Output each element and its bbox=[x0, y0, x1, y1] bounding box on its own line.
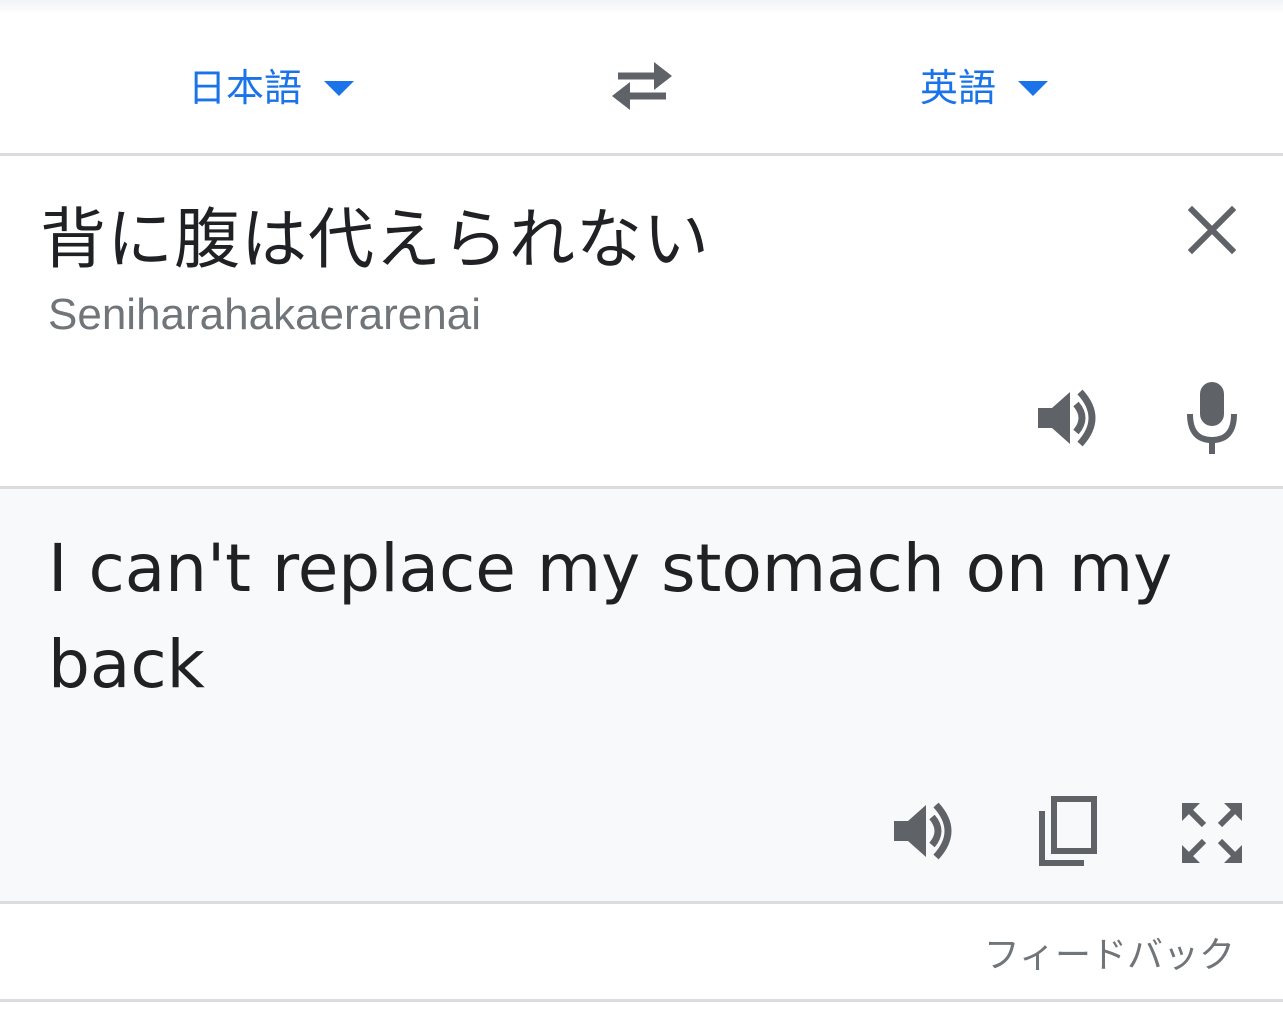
target-language-button[interactable]: 英語 bbox=[920, 54, 1049, 114]
translate-card: 日本語 英語 背に腹は代えられない Seniharahakaerarenai I… bbox=[0, 0, 1283, 1013]
source-language-label: 日本語 bbox=[188, 65, 303, 110]
microphone-icon bbox=[1187, 382, 1237, 454]
swap-arrows-icon bbox=[612, 62, 672, 110]
top-shadow bbox=[0, 0, 1283, 14]
copy-icon bbox=[1039, 796, 1097, 866]
listen-translation-button[interactable] bbox=[888, 795, 960, 867]
voice-input-button[interactable] bbox=[1178, 378, 1246, 458]
clear-source-button[interactable] bbox=[1178, 196, 1246, 264]
listen-source-button[interactable] bbox=[1032, 382, 1104, 454]
feedback-link[interactable]: フィードバック bbox=[984, 926, 1235, 978]
translation-output: I can't replace my stomach on my back bbox=[48, 530, 1173, 703]
caret-down-icon bbox=[324, 80, 355, 96]
source-language-button[interactable]: 日本語 bbox=[188, 54, 355, 114]
caret-down-icon bbox=[1018, 80, 1049, 96]
language-bar: 日本語 英語 bbox=[0, 14, 1283, 156]
target-language-label: 英語 bbox=[920, 65, 997, 110]
source-romanization: Seniharahakaerarenai bbox=[48, 290, 481, 339]
swap-languages-button[interactable] bbox=[606, 56, 678, 116]
copy-translation-button[interactable] bbox=[1034, 793, 1102, 869]
source-panel: 背に腹は代えられない Seniharahakaerarenai bbox=[0, 156, 1283, 486]
close-icon bbox=[1187, 205, 1237, 255]
fullscreen-icon bbox=[1182, 803, 1242, 863]
speaker-icon bbox=[894, 802, 952, 860]
source-text-input[interactable]: 背に腹は代えられない bbox=[40, 186, 710, 282]
result-panel: I can't replace my stomach on my back bbox=[0, 486, 1283, 904]
feedback-row: フィードバック bbox=[0, 904, 1283, 1002]
fullscreen-button[interactable] bbox=[1176, 797, 1248, 869]
speaker-icon bbox=[1038, 389, 1096, 447]
